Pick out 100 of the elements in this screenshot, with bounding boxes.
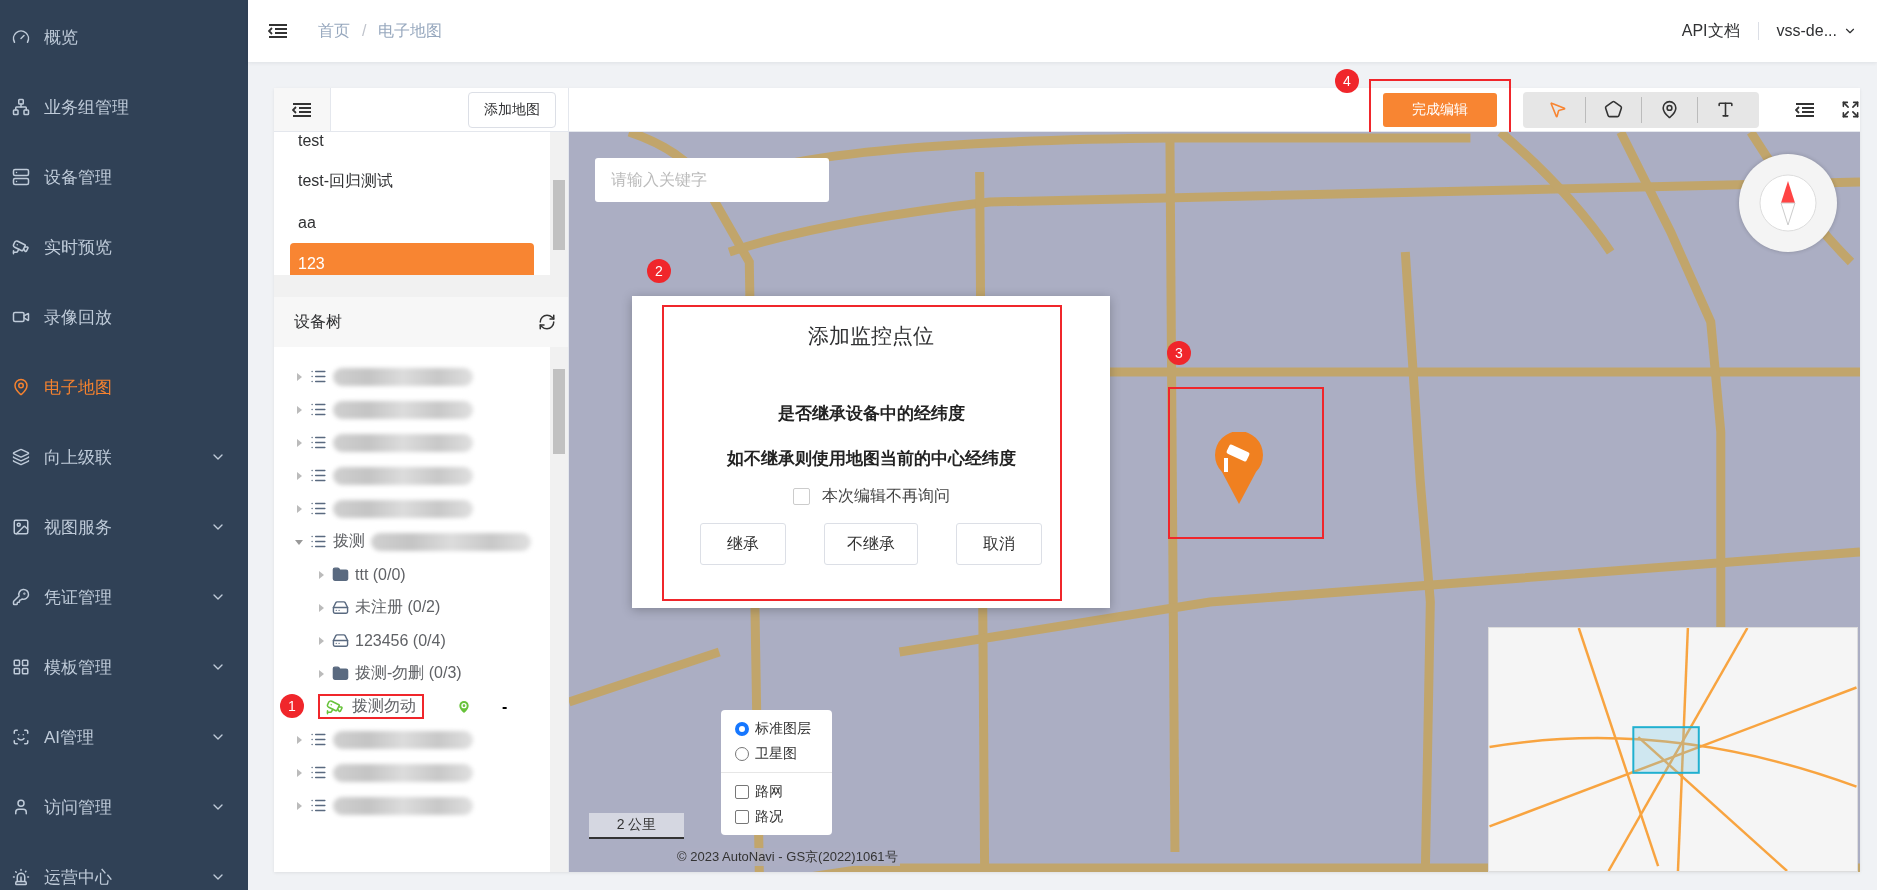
tree-node-value: - bbox=[502, 697, 508, 716]
dialog-button[interactable]: 不继承 bbox=[824, 523, 918, 565]
search-field[interactable]: 请输入关键字 bbox=[595, 158, 829, 202]
list-icon bbox=[310, 401, 327, 418]
add-map-button[interactable]: 添加地图 bbox=[468, 91, 556, 128]
fullscreen-button[interactable] bbox=[1841, 100, 1860, 119]
sidebar-item-label: 访问管理 bbox=[44, 796, 113, 819]
step-badge: 3 bbox=[1167, 341, 1191, 365]
collapse-list-button[interactable] bbox=[1795, 101, 1815, 118]
tree-node-label[interactable]: ttt (0/0) bbox=[355, 565, 406, 584]
sidebar-item[interactable]: 录像回放 bbox=[0, 282, 248, 352]
step-badge: 2 bbox=[647, 259, 671, 283]
collapse-menu-icon[interactable] bbox=[268, 23, 288, 39]
text-icon bbox=[1716, 100, 1735, 119]
device-tree-title: 设备树 bbox=[294, 311, 342, 332]
map-scale: 2 公里 bbox=[589, 813, 684, 839]
api-docs-link[interactable]: API文档 bbox=[1681, 20, 1740, 42]
caret-icon[interactable] bbox=[316, 668, 326, 679]
sidebar-item-label: 概览 bbox=[44, 26, 79, 49]
menu-icon bbox=[12, 238, 30, 256]
folder-icon bbox=[332, 665, 349, 682]
sidebar-item-label: AI管理 bbox=[44, 726, 96, 749]
caret-icon[interactable] bbox=[316, 602, 326, 613]
sidebar-item[interactable]: 设备管理 bbox=[0, 142, 248, 212]
tree-node-label[interactable]: 拨测 bbox=[333, 531, 365, 552]
layer-radio[interactable]: 标准图层 bbox=[721, 716, 832, 741]
camera-marker-icon[interactable] bbox=[1214, 432, 1264, 506]
sidebar-item[interactable]: 概览 bbox=[0, 2, 248, 72]
menu-icon bbox=[12, 168, 30, 186]
scrollbar[interactable] bbox=[550, 347, 568, 872]
sidebar-item[interactable]: 模板管理 bbox=[0, 632, 248, 702]
caret-icon[interactable] bbox=[316, 569, 326, 580]
map-list-item[interactable]: aa bbox=[290, 202, 534, 243]
tree-node-label[interactable]: 拨测-勿删 (0/3) bbox=[355, 663, 462, 684]
sidebar-item-label: 录像回放 bbox=[44, 306, 113, 329]
list-icon bbox=[310, 434, 327, 451]
list-icon bbox=[310, 467, 327, 484]
layer-checkbox[interactable]: 路网 bbox=[721, 772, 832, 804]
collapse-panel-icon[interactable] bbox=[292, 101, 312, 118]
step-badge: 4 bbox=[1335, 68, 1359, 93]
location-pin-icon[interactable] bbox=[456, 698, 472, 715]
minimap-placeholder[interactable] bbox=[1488, 627, 1858, 872]
caret-icon[interactable] bbox=[294, 767, 304, 778]
dialog-button[interactable]: 取消 bbox=[956, 523, 1042, 565]
map-placeholder[interactable]: 请输入关键字 标准图层 卫星图 路网 路况 2 公里 © 2023 AutoNavi - GS京(2022)1061号 3 2 添加监控点位 是否继承设备中的经纬度 如不继承则使用地图当前的中心经纬度 本次编辑不再询问 继承 不继承 取消 bbox=[569, 132, 1860, 872]
pointer-icon bbox=[1547, 100, 1567, 119]
sidebar-item[interactable]: 运营中心 bbox=[0, 842, 248, 890]
caret-icon[interactable] bbox=[294, 404, 304, 415]
recorder-icon bbox=[332, 599, 349, 616]
sidebar-item[interactable]: 业务组管理 bbox=[0, 72, 248, 142]
user-menu[interactable]: vss-de... bbox=[1776, 22, 1857, 40]
map-copyright: © 2023 AutoNavi - GS京(2022)1061号 bbox=[675, 848, 900, 866]
compass-needle-icon bbox=[1758, 173, 1818, 233]
compass-control[interactable] bbox=[1739, 154, 1837, 252]
caret-icon[interactable] bbox=[294, 503, 304, 514]
horizontal-scrollbar[interactable] bbox=[274, 275, 568, 297]
caret-icon[interactable] bbox=[294, 437, 304, 448]
tree-node-label[interactable]: 未注册 (0/2) bbox=[355, 597, 441, 618]
caret-icon[interactable] bbox=[294, 734, 304, 745]
menu-icon bbox=[12, 378, 30, 396]
menu-icon bbox=[12, 518, 30, 536]
sidebar-item-label: 向上级联 bbox=[44, 446, 113, 469]
sidebar-item-label: 实时预览 bbox=[44, 236, 113, 259]
sidebar-item[interactable]: 凭证管理 bbox=[0, 562, 248, 632]
dialog-message: 是否继承设备中的经纬度 bbox=[777, 403, 965, 425]
layer-checkbox[interactable]: 路况 bbox=[721, 804, 832, 829]
menu-icon bbox=[12, 448, 30, 466]
sidebar-item-label: 业务组管理 bbox=[44, 96, 130, 119]
sidebar-item[interactable]: 向上级联 bbox=[0, 422, 248, 492]
list-icon bbox=[310, 764, 327, 781]
dont-ask-checkbox[interactable]: 本次编辑不再询问 bbox=[792, 486, 950, 507]
menu-icon bbox=[12, 868, 30, 886]
dialog-button[interactable]: 继承 bbox=[700, 523, 786, 565]
dialog-title: 添加监控点位 bbox=[808, 323, 934, 349]
layer-radio[interactable]: 卫星图 bbox=[721, 741, 832, 766]
step-badge: 1 bbox=[280, 694, 304, 718]
sidebar-item[interactable]: 访问管理 bbox=[0, 772, 248, 842]
sidebar-item-label: 视图服务 bbox=[44, 516, 113, 539]
refresh-icon[interactable] bbox=[538, 313, 556, 331]
sidebar-item[interactable]: 电子地图 bbox=[0, 352, 248, 422]
sidebar-item-label: 设备管理 bbox=[44, 166, 113, 189]
list-icon bbox=[310, 797, 327, 814]
pentagon-icon bbox=[1604, 100, 1623, 119]
camera-icon bbox=[326, 697, 344, 716]
map-pin-icon bbox=[1660, 100, 1679, 119]
sidebar-item[interactable]: AI管理 bbox=[0, 702, 248, 772]
caret-icon[interactable] bbox=[316, 635, 326, 646]
tree-node-label[interactable]: 123456 (0/4) bbox=[355, 631, 446, 650]
menu-icon bbox=[12, 798, 30, 816]
tree-node-label[interactable]: 拨测勿动 bbox=[352, 696, 416, 717]
scrollbar[interactable] bbox=[550, 132, 568, 275]
breadcrumb-separator: / bbox=[362, 22, 367, 40]
sidebar-item[interactable]: 实时预览 bbox=[0, 212, 248, 282]
sidebar-item[interactable]: 视图服务 bbox=[0, 492, 248, 562]
caret-icon[interactable] bbox=[294, 371, 304, 382]
caret-icon[interactable] bbox=[294, 470, 304, 481]
map-list-item[interactable]: test bbox=[290, 132, 534, 161]
menu-icon bbox=[12, 28, 30, 46]
map-list-item[interactable]: test-回归测试 bbox=[290, 161, 534, 202]
caret-icon[interactable] bbox=[294, 800, 304, 811]
